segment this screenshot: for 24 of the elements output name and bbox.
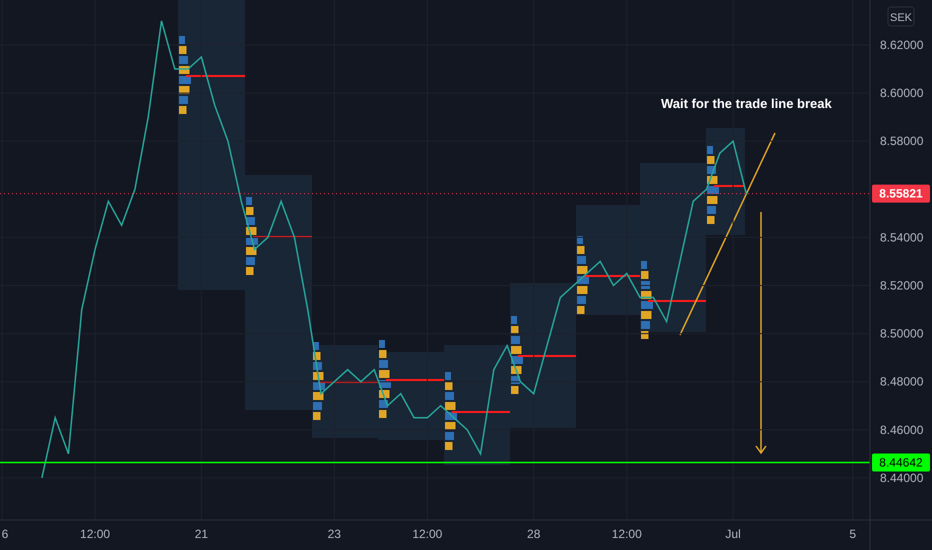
chart-annotation: Wait for the trade line break: [661, 96, 832, 111]
price-axis-label: 8.54000: [880, 230, 924, 244]
price-axis-label: 8.44000: [880, 470, 924, 485]
time-axis-label: 12:00: [80, 527, 110, 541]
time-axis-label: 12:00: [612, 527, 642, 541]
time-axis-label: Jul: [725, 527, 741, 541]
time-axis-label: 21: [194, 527, 208, 541]
price-badge: 8.55821: [872, 184, 930, 203]
price-axis-label: 8.48000: [880, 374, 924, 389]
time-axis-label: 12:00: [412, 527, 442, 541]
price-axis-label: 8.46000: [880, 422, 924, 437]
price-axis-label: 8.50000: [880, 326, 924, 341]
time-axis-label: 23: [328, 527, 341, 541]
currency-button[interactable]: SEK: [888, 6, 914, 26]
price-badge: 8.44642: [872, 453, 930, 472]
ref-line-label: 8.55821: [879, 186, 924, 201]
price-axis-label: 8.62000: [880, 38, 924, 52]
time-axis-label: 6: [2, 527, 8, 541]
ref-line-label: 8.44642: [879, 455, 924, 470]
time-axis-label: 5: [849, 527, 856, 541]
price-axis-label: 8.60000: [880, 86, 924, 100]
price-axis-label: 8.58000: [880, 134, 924, 148]
price-axis-label: 8.52000: [880, 278, 924, 292]
time-axis-label: 28: [527, 527, 540, 541]
